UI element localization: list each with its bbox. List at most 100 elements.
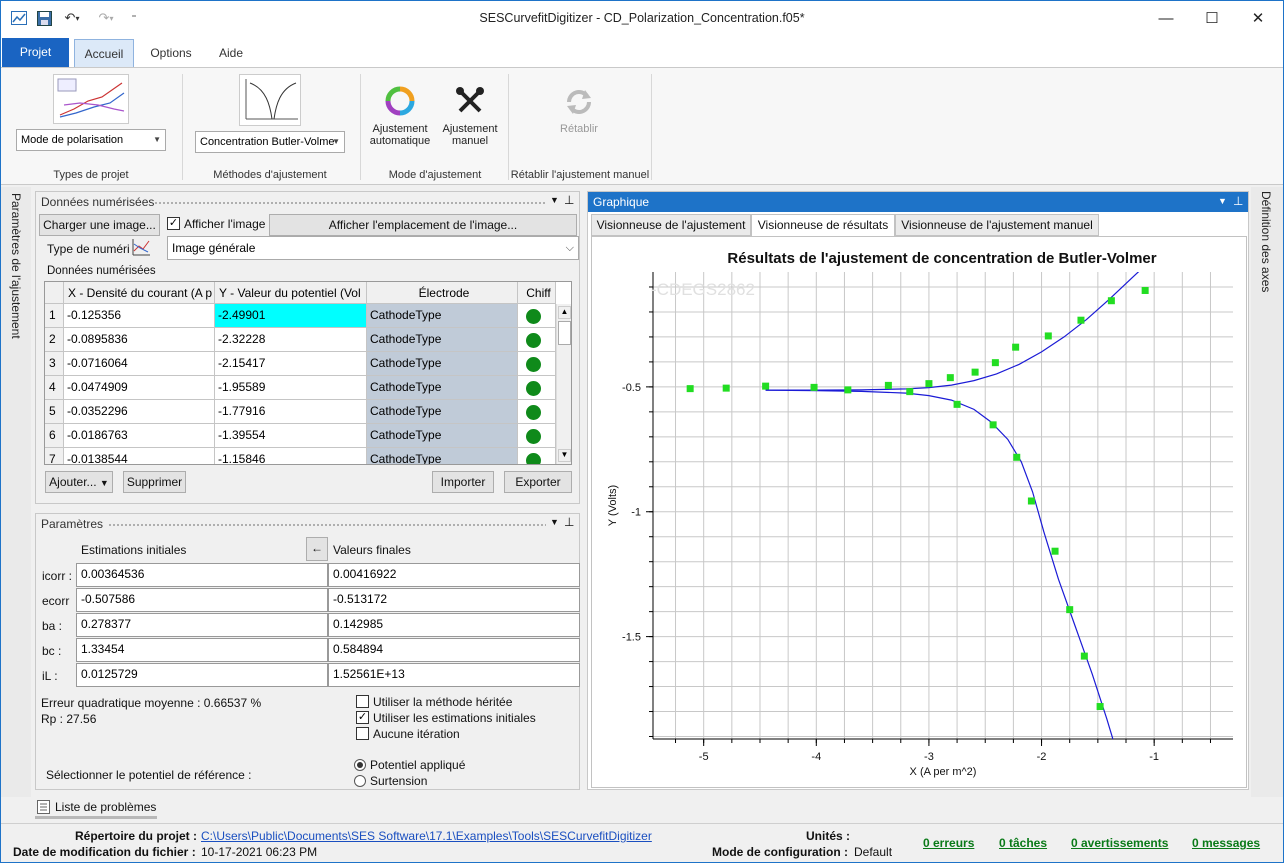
column-header-digit[interactable]: Chiff	[518, 282, 556, 304]
cell-x[interactable]: -0.0138544	[64, 448, 215, 464]
project-dir-link[interactable]: C:\Users\Public\Documents\SES Software\1…	[201, 829, 652, 843]
tab-accueil[interactable]: Accueil	[74, 39, 134, 67]
data-point	[1051, 547, 1059, 555]
digitizer-type-select[interactable]: Image générale ⌵	[167, 236, 579, 260]
fit-method-select[interactable]: Concentration Butler-Volme ▼	[195, 131, 345, 153]
warnings-link[interactable]: 0 avertissements	[1071, 836, 1168, 850]
cell-digit[interactable]	[518, 376, 556, 400]
cell-digit[interactable]	[518, 448, 556, 464]
cell-y[interactable]: -1.15846	[215, 448, 367, 464]
cell-electrode[interactable]: CathodeType	[367, 376, 518, 400]
butler-volmer-thumbnail[interactable]	[239, 74, 301, 126]
cell-electrode[interactable]: CathodeType	[367, 328, 518, 352]
cell-x[interactable]: -0.0716064	[64, 352, 215, 376]
tab-projet[interactable]: Projet	[2, 38, 69, 67]
export-button[interactable]: Exporter	[504, 471, 572, 493]
panel-menu-icon[interactable]: ▼	[550, 195, 559, 205]
panel-menu-icon[interactable]: ▼	[550, 517, 559, 527]
delete-button[interactable]: Supprimer	[123, 471, 186, 493]
data-point	[906, 388, 914, 396]
cell-y[interactable]: -1.39554	[215, 424, 367, 448]
fit-parameters-side-tab[interactable]: Paramètres de l'ajustement	[9, 193, 23, 339]
digitized-data-table[interactable]: X - Densité du courant (A p Y - Valeur d…	[44, 281, 572, 465]
initial-estimate-input[interactable]: 0.00364536	[76, 563, 328, 587]
data-point	[762, 382, 770, 390]
project-type-group-label: Types de projet	[53, 169, 129, 181]
applied-potential-radio[interactable]	[354, 759, 366, 771]
tasks-link[interactable]: 0 tâches	[999, 836, 1047, 850]
tab-aide[interactable]: Aide	[209, 39, 253, 67]
data-point	[925, 380, 933, 388]
tab-options[interactable]: Options	[141, 39, 201, 67]
tab-fit-viewer[interactable]: Visionneuse de l'ajustement	[591, 214, 751, 236]
initial-estimate-input[interactable]: 1.33454	[76, 638, 328, 662]
final-value-field: 0.142985	[328, 613, 580, 637]
cell-digit[interactable]	[518, 424, 556, 448]
data-point	[722, 384, 730, 392]
cell-digit[interactable]	[518, 304, 556, 328]
cell-x[interactable]: -0.0352296	[64, 400, 215, 424]
cell-y[interactable]: -1.95589	[215, 376, 367, 400]
initial-estimate-input[interactable]: 0.278377	[76, 613, 328, 637]
auto-fit-button[interactable]: Ajustement automatique	[365, 123, 435, 147]
cell-x[interactable]: -0.0186763	[64, 424, 215, 448]
pin-icon[interactable]: ⊥	[1233, 194, 1243, 208]
cell-x[interactable]: -0.125356	[64, 304, 215, 328]
pin-icon[interactable]: ⊥	[564, 193, 574, 207]
status-dot-icon	[526, 333, 541, 348]
load-image-button[interactable]: Charger une image...	[39, 214, 160, 236]
cell-electrode[interactable]: CathodeType	[367, 304, 518, 328]
errors-link[interactable]: 0 erreurs	[923, 836, 974, 850]
initial-estimate-input[interactable]: 0.0125729	[76, 663, 328, 687]
cell-electrode[interactable]: CathodeType	[367, 424, 518, 448]
column-header-electrode[interactable]: Électrode	[367, 282, 518, 304]
tab-manual-fit-viewer[interactable]: Visionneuse de l'ajustement manuel	[895, 214, 1099, 236]
legacy-method-checkbox[interactable]	[356, 695, 369, 708]
minimize-button[interactable]: —	[1146, 5, 1186, 31]
final-value-field: -0.513172	[328, 588, 580, 612]
manual-fit-button[interactable]: Ajustement manuel	[435, 123, 505, 147]
overpotential-radio[interactable]	[354, 775, 366, 787]
cell-y[interactable]: -1.77916	[215, 400, 367, 424]
use-initial-estimates-checkbox[interactable]: ✓	[356, 711, 369, 724]
wrench-icon[interactable]	[455, 86, 485, 116]
add-button[interactable]: Ajouter... ▼	[45, 471, 113, 493]
row-number: 2	[45, 328, 64, 352]
cell-electrode[interactable]: CathodeType	[367, 352, 518, 376]
cell-digit[interactable]	[518, 352, 556, 376]
cell-y[interactable]: -2.32228	[215, 328, 367, 352]
copy-final-to-initial-button[interactable]: ←	[306, 537, 328, 561]
auto-fit-icon[interactable]	[385, 86, 415, 116]
column-header-x[interactable]: X - Densité du courant (A p	[64, 282, 215, 304]
chart-title: Résultats de l'ajustement de concentrati…	[727, 250, 1156, 267]
axes-definition-side-tab[interactable]: Définition des axes	[1259, 191, 1273, 292]
show-image-location-button[interactable]: Afficher l'emplacement de l'image...	[269, 214, 577, 236]
table-scrollbar[interactable]: ▲ ▼	[556, 304, 571, 464]
project-type-select[interactable]: Mode de polarisation ▼	[16, 129, 166, 151]
cell-x[interactable]: -0.0474909	[64, 376, 215, 400]
initial-estimate-input[interactable]: -0.507586	[76, 588, 328, 612]
show-image-checkbox[interactable]: ✓	[167, 217, 180, 230]
problems-list-tab[interactable]: Liste de problèmes	[35, 797, 157, 819]
cell-electrode[interactable]: CathodeType	[367, 400, 518, 424]
cell-y[interactable]: -2.15417	[215, 352, 367, 376]
maximize-button[interactable]: ☐	[1192, 5, 1232, 31]
cell-digit[interactable]	[518, 328, 556, 352]
cell-digit[interactable]	[518, 400, 556, 424]
close-button[interactable]: ✕	[1238, 5, 1278, 31]
column-header-y[interactable]: Y - Valeur du potentiel (Vol	[215, 282, 367, 304]
tab-results-viewer[interactable]: Visionneuse de résultats	[751, 214, 895, 237]
no-iteration-checkbox[interactable]	[356, 727, 369, 740]
cell-x[interactable]: -0.0895836	[64, 328, 215, 352]
messages-link[interactable]: 0 messages	[1192, 836, 1260, 850]
panel-menu-icon[interactable]: ▼	[1218, 196, 1227, 206]
cell-electrode[interactable]: CathodeType	[367, 448, 518, 464]
import-button[interactable]: Importer	[432, 471, 494, 493]
polarization-thumbnail[interactable]	[53, 74, 129, 124]
pin-icon[interactable]: ⊥	[564, 515, 574, 529]
cell-y[interactable]: -2.49901	[215, 304, 367, 328]
fit-curve-2	[765, 389, 1114, 739]
initial-estimates-header: Estimations initiales	[81, 543, 187, 557]
legacy-method-label: Utiliser la méthode héritée	[373, 695, 513, 709]
chart-canvas[interactable]: -5 -4 -3 -2 -1 -0.5 -1 -1.5 -CDEGS2862 Résultats …	[591, 237, 1247, 787]
